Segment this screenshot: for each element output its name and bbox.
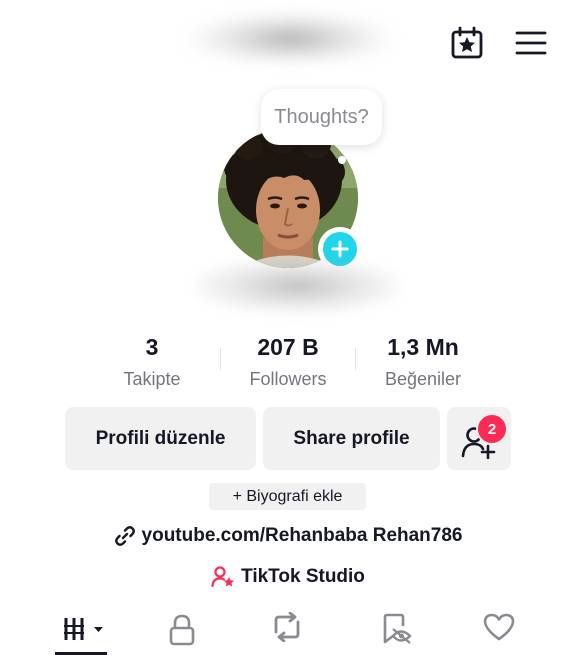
edit-profile-label: Profili düzenle [95, 427, 226, 449]
link-icon [114, 526, 135, 546]
following-label: Takipte [123, 369, 181, 389]
tiktok-studio-label: TikTok Studio [241, 566, 365, 587]
bubble-tail-dot [338, 156, 346, 164]
share-profile-button[interactable]: Share profile [263, 407, 440, 470]
heart-icon [483, 613, 515, 641]
grid-icon [64, 618, 103, 640]
stat-followers[interactable]: 207 B Followers [228, 333, 348, 390]
friend-request-badge: 2 [476, 413, 508, 445]
calendar-button[interactable] [446, 22, 488, 64]
profile-link-text: youtube.com/Rehanbaba Rehan786 [141, 525, 463, 546]
tab-liked[interactable] [469, 612, 529, 655]
stat-following[interactable]: 3 Takipte [92, 333, 212, 390]
following-count: 3 [145, 334, 159, 360]
hamburger-menu-icon [515, 31, 547, 55]
thoughts-bubble[interactable]: Thoughts? [261, 89, 382, 145]
tab-reposts[interactable] [257, 612, 317, 655]
likes-count: 1,3 Mn [387, 334, 459, 360]
followers-count: 207 B [257, 334, 319, 360]
stat-divider [355, 348, 356, 370]
plus-icon [331, 240, 349, 258]
tab-private[interactable] [152, 612, 212, 655]
username-blurred [185, 10, 395, 62]
stat-divider [220, 348, 221, 370]
calendar-star-icon [451, 26, 483, 59]
repost-icon [274, 612, 300, 642]
likes-label: Beğeniler [384, 369, 462, 389]
stat-likes[interactable]: 1,3 Mn Beğeniler [363, 333, 483, 390]
tiktok-studio-link[interactable]: TikTok Studio [0, 562, 576, 592]
user-star-icon [211, 566, 235, 588]
profile-link[interactable]: youtube.com/Rehanbaba Rehan786 [0, 521, 576, 551]
tab-videos-grid[interactable] [51, 612, 111, 655]
followers-label: Followers [249, 369, 327, 389]
add-bio-button[interactable]: + Biyografi ekle [209, 483, 366, 510]
menu-button[interactable] [510, 22, 552, 64]
edit-profile-button[interactable]: Profili düzenle [65, 407, 256, 470]
tab-favorites[interactable] [366, 612, 426, 655]
share-profile-label: Share profile [293, 427, 410, 449]
lock-icon [169, 614, 195, 646]
bookmark-eye-icon [383, 613, 412, 644]
handle-blurred [195, 258, 400, 314]
